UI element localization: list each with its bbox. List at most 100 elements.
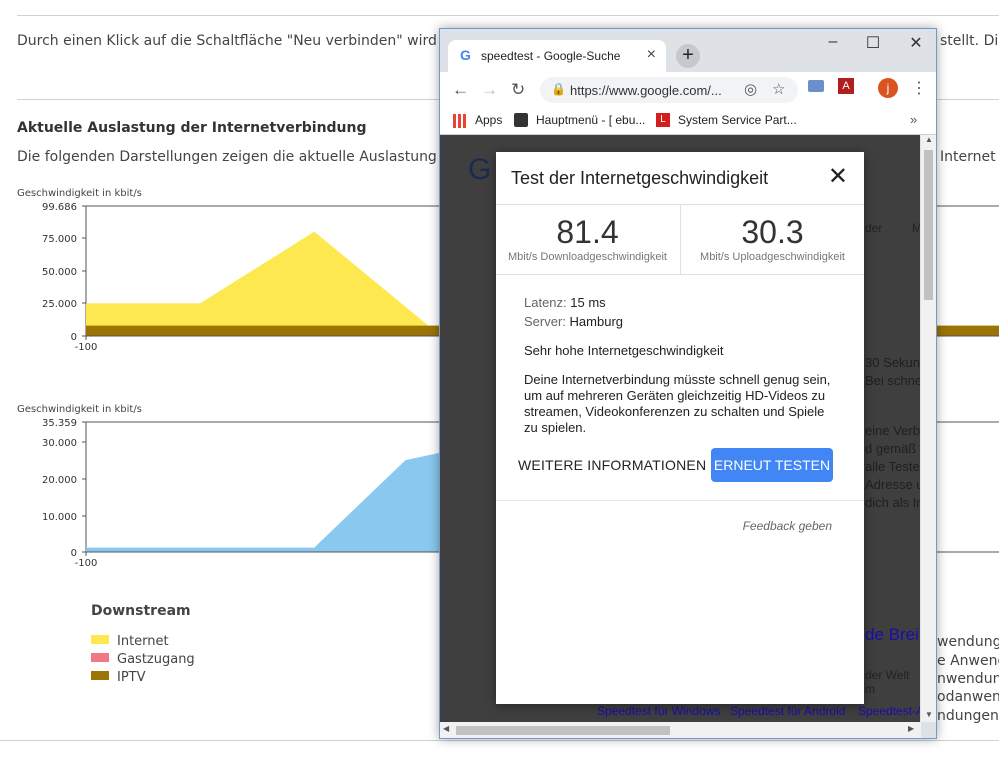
server-value: Hamburg xyxy=(569,314,623,329)
latency-line: Latenz: 15 ms xyxy=(524,295,606,310)
y-tick-label: 35.359 xyxy=(42,418,77,429)
legend-swatch xyxy=(91,671,109,680)
bg-snippet: Adresse u xyxy=(865,477,920,492)
y-axis-label: Geschwindigkeit in kbit/s xyxy=(17,404,142,415)
dialog-title: Test der Internetgeschwindigkeit xyxy=(511,168,769,188)
forward-icon[interactable]: → xyxy=(481,80,498,100)
bg-link: Speedtest-A xyxy=(858,704,920,718)
scroll-right-icon[interactable]: ▶ xyxy=(908,724,914,733)
bookmark-hauptmenu[interactable]: Hauptmenü - [ ebu... xyxy=(536,113,645,127)
scroll-left-icon[interactable]: ◀ xyxy=(443,724,449,733)
speed-description: Deine Internetverbindung müsste schnell … xyxy=(524,372,831,435)
google-logo-partial: G xyxy=(468,153,492,186)
tab-close-icon[interactable]: × xyxy=(647,46,656,64)
scroll-up-icon[interactable]: ▲ xyxy=(925,135,933,144)
right-edge-text: ndungen xyxy=(937,708,999,724)
ebu-favicon-icon xyxy=(514,113,528,127)
bg-link: Speedtest für Windows xyxy=(597,704,721,718)
bg-snippet: alle Teste xyxy=(865,459,920,474)
more-bookmarks-icon[interactable]: » xyxy=(910,112,917,127)
y-tick-label: 25.000 xyxy=(42,299,77,310)
lock-icon: 🔒 xyxy=(551,82,566,96)
metrics-divider xyxy=(496,274,864,275)
browser-tab[interactable]: G speedtest - Google-Suche × xyxy=(448,40,666,72)
legend-label: Gastzugang xyxy=(117,652,195,667)
server-line: Server: Hamburg xyxy=(524,314,623,329)
close-window-icon[interactable]: ✕ xyxy=(896,33,936,53)
back-icon[interactable]: ← xyxy=(452,80,469,100)
vertical-scrollbar[interactable]: ▲ ▼ xyxy=(921,135,936,722)
pdf-extension-icon[interactable]: A xyxy=(838,78,854,94)
bg-nav-fragment: der xyxy=(865,221,883,235)
legend-swatch xyxy=(91,635,109,644)
upload-metric: 30.3 Mbit/s Uploadgeschwindigkeit xyxy=(681,204,864,274)
legend-item-internet: Internet xyxy=(91,634,169,649)
new-tab-button[interactable]: + xyxy=(676,44,700,68)
download-label: Mbit/s Downloadgeschwindigkeit xyxy=(508,251,667,263)
y-tick-label: 10.000 xyxy=(42,512,77,523)
legend-label: IPTV xyxy=(117,670,146,685)
hscroll-thumb[interactable] xyxy=(456,726,670,735)
bg-snippet: Bei schne xyxy=(865,373,920,388)
y-tick-label: 99.686 xyxy=(42,202,77,213)
legend-swatch xyxy=(91,653,109,662)
legend-label: Internet xyxy=(117,634,169,649)
minimize-icon[interactable]: – xyxy=(813,33,853,51)
y-axis-label: Geschwindigkeit in kbit/s xyxy=(17,188,142,199)
y-tick-label: 75.000 xyxy=(42,234,77,245)
right-edge-text: e Anwendu xyxy=(937,653,999,669)
browser-toolbar: ← → ↻ 🔒 https://www.google.com/... ◎ ☆ A… xyxy=(440,72,936,108)
maximize-icon[interactable]: ☐ xyxy=(853,33,893,53)
legend-title: Downstream xyxy=(91,603,191,619)
bookmarks-bar: Apps Hauptmenü - [ ebu... L System Servi… xyxy=(440,108,936,135)
bookmark-star-icon[interactable]: ☆ xyxy=(772,80,785,98)
latency-label: Latenz: xyxy=(524,295,567,310)
scroll-thumb[interactable] xyxy=(924,150,933,300)
right-edge-text: nwendung xyxy=(937,671,999,687)
right-edge-text: odanwendu xyxy=(937,689,999,705)
reload-icon[interactable]: ↻ xyxy=(511,80,525,100)
bg-link: Speedtest für Android xyxy=(730,704,846,718)
tab-title: speedtest - Google-Suche xyxy=(481,49,621,63)
more-info-button[interactable]: WEITERE INFORMATIONEN xyxy=(518,457,706,473)
download-value: 81.4 xyxy=(556,214,619,250)
download-metric: 81.4 Mbit/s Downloadgeschwindigkeit xyxy=(496,204,679,274)
dialog-footer-divider xyxy=(496,500,864,501)
bg-result-title: de Brei xyxy=(865,625,919,644)
right-edge-text: wendunge xyxy=(937,634,999,650)
upload-value: 30.3 xyxy=(741,214,804,250)
avatar[interactable]: j xyxy=(878,78,898,98)
feedback-link[interactable]: Feedback geben xyxy=(743,519,832,533)
server-label: Server: xyxy=(524,314,566,329)
url-text: https://www.google.com/... xyxy=(570,83,722,98)
latency-value: 15 ms xyxy=(570,295,606,310)
x-tick-label: -100 xyxy=(75,558,98,569)
address-bar[interactable]: 🔒 https://www.google.com/... ◎ ☆ xyxy=(540,77,798,103)
legend-item-gastzugang: Gastzugang xyxy=(91,652,195,667)
bookmark-apps[interactable]: Apps xyxy=(475,113,502,127)
bg-snippet: d gemäß d xyxy=(865,441,920,456)
google-favicon-icon: G xyxy=(460,47,471,63)
bg-snippet: 30 Sekun xyxy=(865,355,920,370)
horizontal-scrollbar[interactable]: ◀ ▶ xyxy=(440,722,921,738)
l-favicon-icon: L xyxy=(656,113,670,127)
camera-extension-icon[interactable] xyxy=(808,80,824,92)
bookmark-system-service[interactable]: System Service Part... xyxy=(678,113,797,127)
y-tick-label: 20.000 xyxy=(42,475,77,486)
retry-test-button[interactable]: ERNEUT TESTEN xyxy=(711,448,833,482)
scroll-down-icon[interactable]: ▼ xyxy=(925,710,933,719)
legend-item-iptv: IPTV xyxy=(91,670,146,685)
apps-grid-icon[interactable] xyxy=(453,114,467,128)
bottom-divider xyxy=(0,740,999,741)
bg-result-snippet: der Welt m xyxy=(865,668,910,696)
bg-snippet: dich als In xyxy=(865,495,920,510)
speed-rating: Sehr hohe Internetgeschwindigkeit xyxy=(524,343,724,358)
location-icon[interactable]: ◎ xyxy=(744,80,757,98)
speedtest-dialog: Test der Internetgeschwindigkeit ✕ 81.4 … xyxy=(496,152,864,704)
bg-nav-fragment: M xyxy=(912,221,920,235)
menu-icon[interactable]: ⋮ xyxy=(911,78,927,98)
upload-label: Mbit/s Uploadgeschwindigkeit xyxy=(700,251,845,263)
dialog-close-icon[interactable]: ✕ xyxy=(828,162,848,191)
y-tick-label: 50.000 xyxy=(42,267,77,278)
x-tick-label: -100 xyxy=(75,342,98,353)
